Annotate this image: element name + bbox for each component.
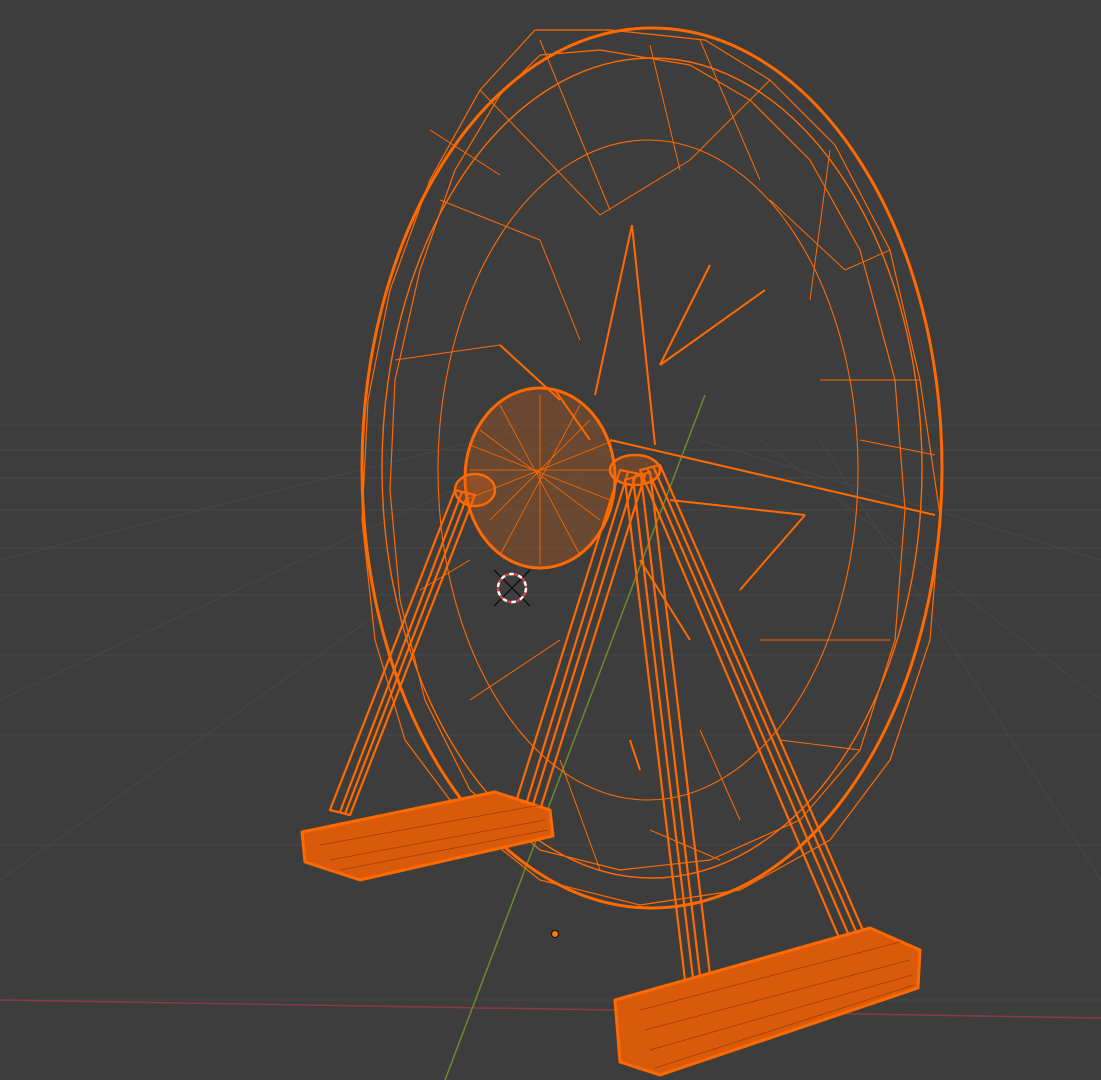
3d-cursor-icon[interactable] <box>493 569 531 607</box>
right-rear-leg <box>638 463 867 942</box>
viewport-canvas[interactable] <box>0 0 1101 1080</box>
left-rear-leg <box>328 488 477 817</box>
base-feet[interactable] <box>300 790 922 1077</box>
x-axis-line <box>0 999 1101 1019</box>
3d-viewport[interactable] <box>0 0 1101 1080</box>
ferris-wheel-mesh[interactable] <box>300 26 944 1077</box>
right-base <box>613 926 922 1077</box>
object-origin-icon[interactable] <box>551 930 559 938</box>
